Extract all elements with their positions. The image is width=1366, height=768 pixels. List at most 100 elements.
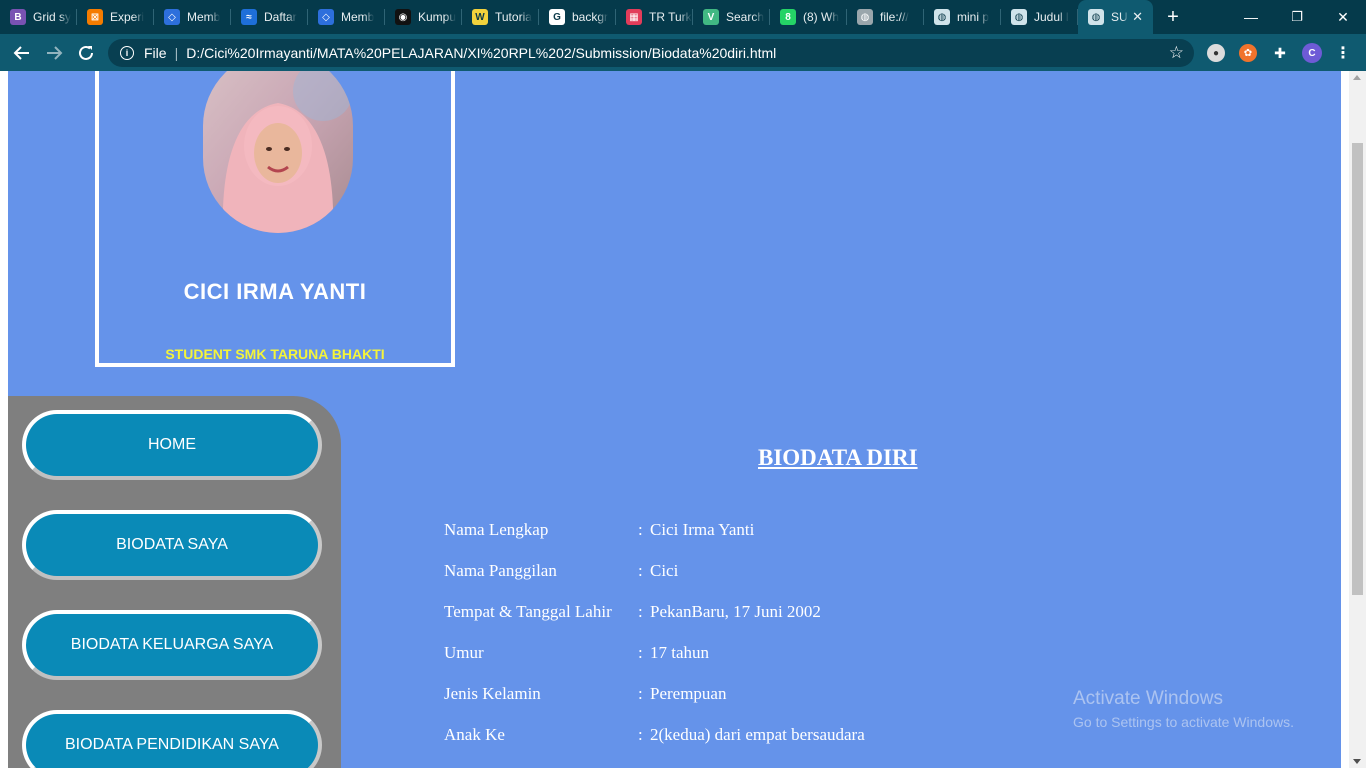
dicoding-icon: ◇ [164, 9, 180, 25]
biodata-colon: : [638, 725, 643, 744]
info-icon[interactable]: i [120, 46, 134, 60]
biodata-saya-button[interactable]: BIODATA SAYA [22, 510, 322, 580]
activate-windows-title: Activate Windows [1073, 688, 1223, 709]
close-tab-icon[interactable]: ✕ [1132, 9, 1143, 25]
address-bar[interactable]: i File | D:/Cici%20Irmayanti/MATA%20PELA… [108, 39, 1194, 67]
biodata-colon: : [638, 561, 643, 580]
biodata-row: Jenis Kelamin : Perempuan [444, 684, 1044, 725]
biodata-key: Nama Panggilan [444, 561, 557, 580]
browser-tab[interactable]: ◍ Judul l [1001, 0, 1078, 34]
profile-name: CICI IRMA YANTI [183, 279, 367, 304]
biodata-value: 2(kedua) dari empat bersaudara [650, 725, 865, 744]
biodata-row: Anak Ke : 2(kedua) dari empat bersaudara [444, 725, 1044, 766]
bookmark-star-icon[interactable]: ☆ [1169, 43, 1184, 63]
biodata-colon: : [638, 520, 643, 539]
back-icon[interactable] [10, 41, 34, 65]
tab-title: Memb [187, 10, 221, 24]
tab-title: Judul l [1034, 10, 1069, 24]
browser-tab-strip: B Grid sy ⊠ Experi ◇ Memb ≈ Daftar ◇ Memb ◉ Kumpu W T… [0, 0, 1366, 34]
biodata-keluarga-button[interactable]: BIODATA KELUARGA SAYA [22, 610, 322, 680]
menu-kebab-icon[interactable]: ⋮ [1334, 44, 1352, 62]
whatsapp-icon: 8 [780, 9, 796, 25]
browser-toolbar: i File | D:/Cici%20Irmayanti/MATA%20PELA… [0, 34, 1366, 71]
browser-tab[interactable]: V Search [693, 0, 770, 34]
minimize-button[interactable]: — [1228, 0, 1274, 34]
scroll-up-icon[interactable] [1353, 75, 1361, 80]
browser-tab[interactable]: W Tutoria [462, 0, 539, 34]
browser-tab[interactable]: ◍ file:/// [847, 0, 924, 34]
browser-tab[interactable]: B Grid sy [0, 0, 77, 34]
biodata-value: Perempuan [650, 684, 727, 703]
sidebar-menu: HOME BIODATA SAYA BIODATA KELUARGA SAYA … [8, 396, 341, 768]
browser-tab[interactable]: ◉ Kumpu [385, 0, 462, 34]
page-body: CICI IRMA YANTI STUDENT SMK TARUNA BHAKT… [8, 71, 1341, 768]
vue-icon: V [703, 9, 719, 25]
browser-tab[interactable]: Gbackgr [539, 0, 616, 34]
tab-title: file:/// [880, 10, 909, 24]
tab-title: Kumpu [418, 10, 457, 24]
profile-role: STUDENT SMK TARUNA BHAKTI [165, 346, 385, 362]
google-icon: G [549, 9, 565, 25]
tab-title: Grid sy [33, 10, 72, 24]
biodata-value: PekanBaru, 17 Juni 2002 [650, 602, 821, 621]
profile-photo [203, 71, 353, 233]
globe-icon: ◍ [934, 9, 950, 25]
browser-tab[interactable]: ⊠ Experi [77, 0, 154, 34]
biodata-table: Nama Lengkap : Cici Irma Yanti Nama Pang… [444, 520, 1044, 766]
close-window-button[interactable]: ✕ [1320, 0, 1366, 34]
profile-avatar[interactable]: C [1302, 43, 1322, 63]
biodata-value: 17 tahun [650, 643, 710, 662]
vertical-scrollbar[interactable] [1349, 71, 1366, 768]
bootstrap-icon: B [10, 9, 26, 25]
tab-title: Memb [341, 10, 375, 24]
wave-icon: ≈ [241, 9, 257, 25]
extension-orange-icon[interactable]: ✿ [1239, 44, 1257, 62]
tab-title: Search [726, 10, 765, 24]
biodata-value: Cici Irma Yanti [650, 520, 755, 539]
browser-tab[interactable]: ≈ Daftar [231, 0, 308, 34]
scroll-down-icon[interactable] [1353, 759, 1361, 764]
biodata-key: Jenis Kelamin [444, 684, 541, 703]
globe-icon: ◍ [1011, 9, 1027, 25]
extensions-puzzle-icon[interactable]: ✚ [1271, 44, 1289, 62]
browser-tab[interactable]: ◇ Memb [308, 0, 385, 34]
address-separator: | [174, 45, 179, 61]
extension-circle-icon[interactable]: ● [1207, 44, 1225, 62]
site-icon: ◉ [395, 9, 411, 25]
biodata-colon: : [638, 602, 643, 621]
browser-tab[interactable]: ▦ TR Turk [616, 0, 693, 34]
biodata-key: Anak Ke [444, 725, 505, 744]
mosaic-icon: ▦ [626, 9, 642, 25]
tab-title: TR Turk [649, 10, 692, 24]
biodata-key: Tempat & Tanggal Lahir [444, 602, 612, 621]
biodata-row: Nama Panggilan : Cici [444, 561, 1044, 602]
address-url[interactable]: D:/Cici%20Irmayanti/MATA%20PELAJARAN/XI%… [186, 45, 776, 61]
biodata-row: Tempat & Tanggal Lahir : PekanBaru, 17 J… [444, 602, 1044, 643]
restore-button[interactable]: ❐ [1274, 0, 1320, 34]
browser-tab[interactable]: 8 (8) Wh [770, 0, 847, 34]
biodata-key: Nama Lengkap [444, 520, 549, 539]
page-viewport: CICI IRMA YANTI STUDENT SMK TARUNA BHAKT… [0, 71, 1366, 768]
biodata-row: Nama Lengkap : Cici Irma Yanti [444, 520, 1044, 561]
new-tab-button[interactable]: + [1153, 0, 1193, 34]
profile-card: CICI IRMA YANTI STUDENT SMK TARUNA BHAKT… [95, 71, 455, 367]
biodata-value: Cici [650, 561, 679, 580]
tab-title: SU [1111, 10, 1128, 24]
tab-title: mini p [957, 10, 990, 24]
browser-tab[interactable]: ◇ Memb [154, 0, 231, 34]
scrollbar-thumb[interactable] [1352, 143, 1363, 595]
biodata-key: Umur [444, 643, 484, 662]
forward-icon[interactable] [42, 41, 66, 65]
tab-title: backgr [572, 10, 609, 24]
biodata-colon: : [638, 643, 643, 662]
browser-tab[interactable]: ◍ mini p [924, 0, 1001, 34]
xampp-icon: ⊠ [87, 9, 103, 25]
dicoding-icon: ◇ [318, 9, 334, 25]
reload-icon[interactable] [74, 41, 98, 65]
globe-icon: ◍ [857, 9, 873, 25]
home-button[interactable]: HOME [22, 410, 322, 480]
tab-title: Experi [110, 10, 145, 24]
tab-active[interactable]: ◍ SU ✕ [1078, 0, 1153, 34]
biodata-pendidikan-button[interactable]: BIODATA PENDIDIKAN SAYA [22, 710, 322, 768]
tab-title: Tutoria [495, 10, 532, 24]
